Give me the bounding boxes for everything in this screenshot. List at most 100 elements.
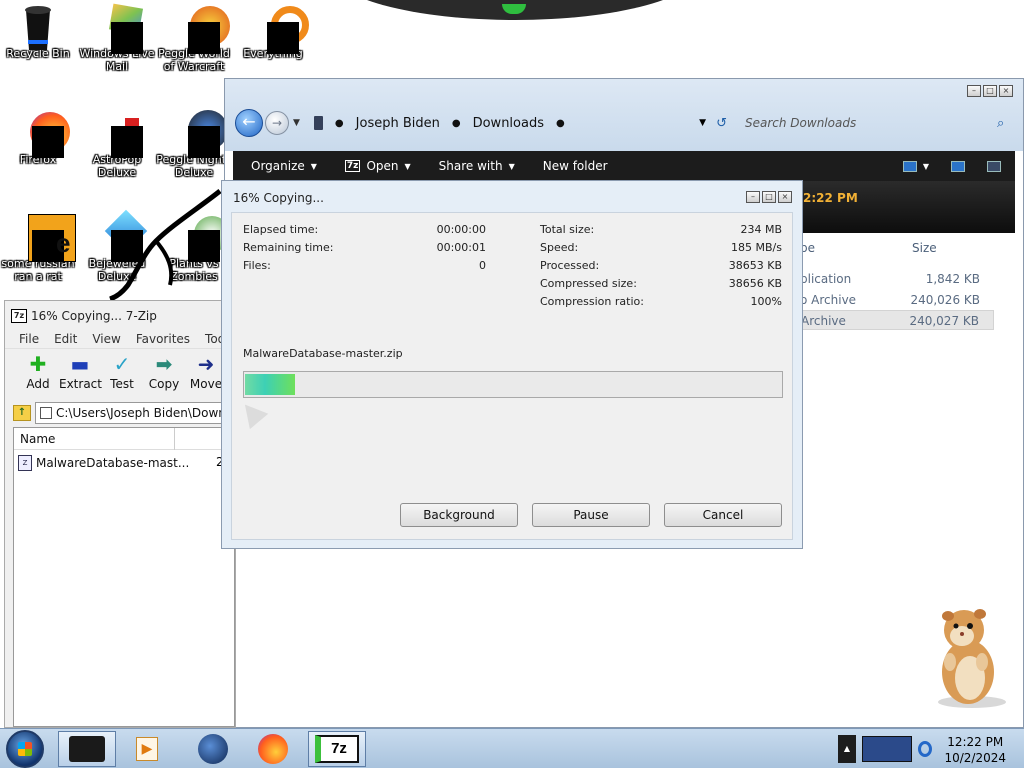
explorer-window-controls: – □ × [967,85,1013,97]
clock-time: 12:22 PM [947,735,1004,749]
refresh-icon[interactable]: ↺ [716,116,727,131]
explorer-command-bar: Organize ▼ 7z Open ▼ Share with ▼ New folder… [233,151,1015,181]
desktop-icon-everything[interactable]: Everything [235,4,311,60]
file-row-selected[interactable]: Archive 240,027 KB [794,310,994,330]
view-icons: ▼ [902,160,1001,172]
network-icon[interactable] [918,741,932,757]
path-input[interactable]: C:\Users\Joseph Biden\Downl [35,402,235,424]
list-item[interactable]: Z MalwareDatabase-mast... [18,455,189,471]
total-size-value: 234 MB [740,223,782,236]
extract-label: Extract [59,377,102,391]
chevron-down-icon: ▼ [508,161,515,171]
item-name: MalwareDatabase-mast... [36,456,190,470]
pause-button[interactable]: Pause [532,503,650,527]
organize-button[interactable]: Organize ▼ [251,159,317,173]
everything-icon [253,4,309,54]
files-value: 0 [479,259,486,272]
tray-app-icon[interactable] [862,736,912,762]
desktop-icon-peggle-world-of-warcraft[interactable]: Peggle World of Warcraft [156,4,232,73]
up-folder-icon[interactable]: ↑ [13,405,31,421]
7zip-title: 16% Copying... 7-Zip [31,309,157,323]
taskbar-explorer[interactable] [58,731,116,767]
remaining-label: Remaining time: [243,241,334,254]
background-button[interactable]: Background [400,503,518,527]
checkmark-icon: ✓ [113,352,131,376]
explorer-taskbar-icon [69,736,105,762]
menu-edit[interactable]: Edit [54,332,77,346]
search-icon[interactable]: ⌕ [997,116,1011,131]
firefox-icon [258,734,288,764]
speed-label: Speed: [540,241,579,254]
elapsed-label: Elapsed time: [243,223,319,236]
share-label: Share with [438,159,503,173]
close-button[interactable]: × [999,85,1013,97]
close-button[interactable]: × [778,191,792,203]
search-input[interactable]: Search Downloads [737,111,987,135]
minimize-button[interactable]: – [746,191,760,203]
desktop-icon-astropop-deluxe[interactable]: AstroPop Deluxe [79,110,155,179]
current-filename: MalwareDatabase-master.zip [243,347,403,360]
start-button[interactable] [6,730,44,768]
forward-arrow-icon[interactable]: → [265,111,289,135]
breadcrumb-separator-icon[interactable]: ● [452,118,461,129]
maximize-button[interactable]: □ [762,191,776,203]
test-button[interactable]: ✓ Test [101,351,143,399]
share-with-button[interactable]: Share with ▼ [439,159,515,173]
dialog-title: 16% Copying... [233,191,324,205]
history-dropdown-icon[interactable]: ▼ [293,118,300,128]
clock-date: 10/2/2024 [944,751,1006,765]
breadcrumb-separator-icon[interactable]: ● [556,118,565,129]
copy-button[interactable]: ➡ Copy [143,351,185,399]
column-divider[interactable] [174,428,175,450]
menu-view[interactable]: View [92,332,120,346]
column-name[interactable]: Name [20,432,55,446]
help-icon[interactable] [987,160,1001,172]
plus-icon: ✚ [29,352,47,376]
extract-button[interactable]: ▬ Extract [59,351,102,399]
compression-ratio-value: 100% [750,295,782,308]
address-dropdown-icon[interactable]: ▼ [699,118,706,128]
change-view-button[interactable]: ▼ [902,160,929,172]
open-button[interactable]: 7z Open ▼ [344,159,411,173]
breadcrumb-downloads[interactable]: Downloads [473,116,544,131]
compressed-size-value: 38656 KB [728,277,782,290]
desktop-icon-windows-live-mail[interactable]: Windows Live Mail [79,3,155,73]
desktop-icon-recycle-bin[interactable]: Recycle Bin [0,4,76,60]
maximize-button[interactable]: □ [983,85,997,97]
taskbar-7zip[interactable]: 7z [308,731,366,767]
menu-favorites[interactable]: Favorites [136,332,190,346]
cancel-button[interactable]: Cancel [664,503,782,527]
total-size-label: Total size: [540,223,595,236]
taskbar-firefox[interactable] [244,731,302,767]
column-size[interactable]: Size [912,241,937,255]
desktop-icon-some-russian-ran-a-rat[interactable]: e some russian ran a rat [0,214,76,283]
taskbar-media-player[interactable]: ▶ [118,731,176,767]
open-label: Open [366,159,399,173]
desktop-icon-firefox[interactable]: Firefox [0,110,76,166]
menu-file[interactable]: File [19,332,39,346]
7zip-taskbar-icon: 7z [315,735,359,763]
new-folder-button[interactable]: New folder [543,159,608,173]
breadcrumb-joseph-biden[interactable]: Joseph Biden [356,116,440,131]
breadcrumb: ● Joseph Biden ● Downloads ● [313,116,565,131]
file-row[interactable]: o Archive 240,026 KB [794,290,994,310]
windows-live-mail-icon [97,3,144,54]
breadcrumb-separator-icon[interactable]: ● [335,118,344,129]
minimize-button[interactable]: – [967,85,981,97]
speed-value: 185 MB/s [731,241,782,254]
7zip-window: 7z 16% Copying... 7-Zip File Edit View F… [4,300,236,728]
desktop-icon-peggle-nights-deluxe[interactable]: Peggle Nights Deluxe [156,110,232,179]
test-label: Test [110,377,134,391]
taskbar-clock[interactable]: 12:22 PM 10/2/2024 [944,734,1006,766]
gadget-clock: 2:22 PM [803,191,858,205]
add-button[interactable]: ✚ Add [17,351,59,399]
file-row[interactable]: plication 1,842 KB [794,269,994,289]
path-text: C:\Users\Joseph Biden\Downl [56,406,230,420]
copy-arrow-icon: ➡ [155,352,173,376]
preview-pane-icon[interactable] [951,160,965,172]
rat-file-icon: e [18,214,76,262]
show-hidden-icons-icon[interactable]: ▲ [838,735,856,763]
taskbar-app-globe[interactable] [184,731,242,767]
file-type: Archive [801,314,846,328]
back-arrow-icon[interactable]: ← [235,109,263,137]
